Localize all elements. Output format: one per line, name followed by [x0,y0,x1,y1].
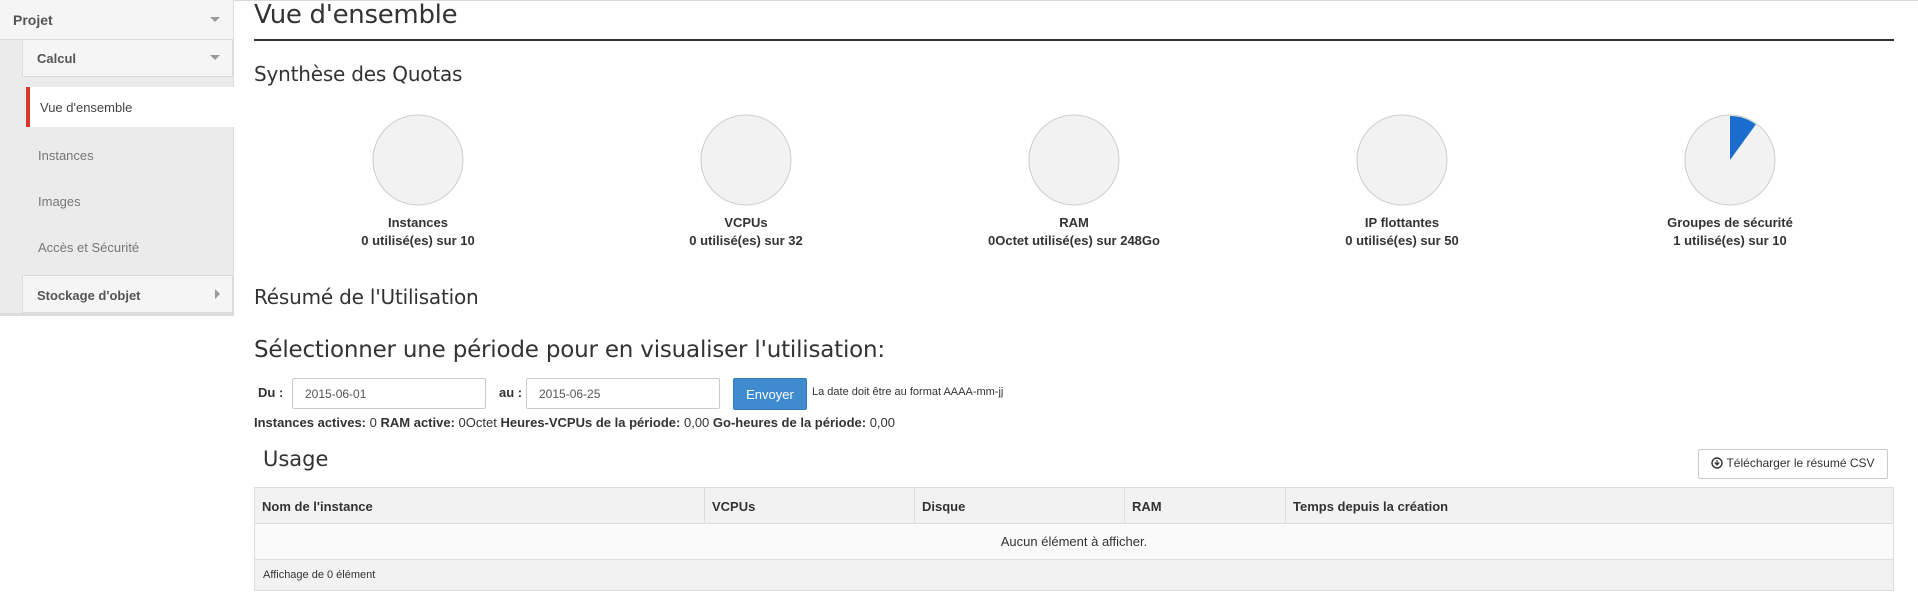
empty-table-row: Aucun élément à afficher. [255,524,1893,560]
to-label: au : [499,385,523,400]
chevron-down-icon [210,55,220,60]
usage-summary-line: Instances actives: 0 RAM active: 0Octet … [254,415,895,430]
quota-summary-title: Synthèse des Quotas [254,62,463,86]
column-header-instance-name[interactable]: Nom de l'instance [255,488,704,523]
quota-chart: IP flottantes 0 utilisé(es) sur 50 [1252,112,1552,252]
sidebar-item-overview[interactable]: Vue d'ensemble [26,87,234,127]
title-divider [254,39,1894,41]
vcpu-hours-label: Heures-VCPUs de la période: [500,415,681,430]
quota-name: VCPUs [724,215,768,230]
usage-table: Nom de l'instance VCPUs Disque RAM Temps… [254,487,1894,591]
table-item-count: Affichage de 0 élément [263,569,376,581]
column-header-ram[interactable]: RAM [1124,488,1285,523]
quota-chart: Instances 0 utilisé(es) sur 10 [268,112,568,252]
quota-pie [1356,114,1448,206]
quota-usage: 0 utilisé(es) sur 50 [1345,233,1459,248]
quota-pie [372,114,464,206]
active-ram-label: RAM active: [380,415,455,430]
download-csv-button[interactable]: Télécharger le résumé CSV [1698,449,1888,479]
active-instances-value: 0 [369,415,377,430]
column-header-disk[interactable]: Disque [914,488,1124,523]
quota-usage: 1 utilisé(es) sur 10 [1673,233,1787,248]
end-date-input[interactable] [526,378,720,409]
quota-usage: 0Octet utilisé(es) sur 248Go [988,233,1160,248]
submit-button[interactable]: Envoyer [733,378,807,410]
sidebar-item-label: Instances [38,148,94,163]
start-date-input[interactable] [292,378,486,409]
download-csv-label: Télécharger le résumé CSV [1726,456,1875,470]
date-format-help: La date doit être au format AAAA-mm-jj [812,386,1004,398]
pie-background [700,114,792,206]
column-header-vcpus[interactable]: VCPUs [704,488,914,523]
sidebar-item-label: Accès et Sécurité [38,240,140,255]
gb-hours-value: 0,00 [869,415,896,430]
chevron-down-icon [210,17,220,22]
sidebar-item-label: Images [38,194,81,209]
table-footer: Affichage de 0 élément [255,560,1893,590]
quota-chart: Groupes de sécurité 1 utilisé(es) sur 10 [1580,112,1880,252]
chevron-right-icon [215,289,220,299]
gb-hours-label: Go-heures de la période: [712,415,867,430]
sidebar-object-storage-header[interactable]: Stockage d'objet [22,275,233,313]
quota-name: RAM [1059,215,1089,230]
pie-background [1028,114,1120,206]
period-heading: Sélectionner une période pour en visuali… [254,337,885,363]
pie-background [372,114,464,206]
sidebar-project-header[interactable]: Projet [0,0,233,40]
quota-pie [700,114,792,206]
active-instances-label: Instances actives: [254,415,367,430]
quota-name: Instances [388,215,448,230]
sidebar: Projet Calcul Vue d'ensemble Instances I… [0,0,234,316]
active-ram-value: 0Octet [458,415,497,430]
sidebar-compute-label: Calcul [37,51,77,66]
download-icon [1711,457,1724,472]
vcpu-hours-value: 0,00 [683,415,710,430]
quota-name: Groupes de sécurité [1667,215,1793,230]
sidebar-item-label: Vue d'ensemble [40,100,133,115]
column-header-uptime[interactable]: Temps depuis la création [1285,488,1893,523]
sidebar-object-storage-label: Stockage d'objet [37,288,141,303]
pie-background [1356,114,1448,206]
sidebar-item-instances[interactable]: Instances [26,135,233,175]
quota-usage: 0 utilisé(es) sur 10 [361,233,475,248]
usage-title: Usage [263,447,329,471]
page-title: Vue d'ensemble [254,0,458,30]
quota-usage: 0 utilisé(es) sur 32 [689,233,803,248]
quota-pie [1028,114,1120,206]
quota-pie [1684,114,1776,206]
sidebar-project-label: Projet [13,12,53,28]
quota-chart: VCPUs 0 utilisé(es) sur 32 [596,112,896,252]
from-label: Du : [258,385,284,400]
table-header: Nom de l'instance VCPUs Disque RAM Temps… [255,488,1893,524]
quota-name: IP flottantes [1364,215,1440,230]
sidebar-item-images[interactable]: Images [26,181,233,221]
usage-summary-title: Résumé de l'Utilisation [254,285,479,309]
sidebar-compute-header[interactable]: Calcul [22,40,233,77]
sidebar-item-access-security[interactable]: Accès et Sécurité [26,227,233,267]
quota-chart: RAM 0Octet utilisé(es) sur 248Go [924,112,1224,252]
